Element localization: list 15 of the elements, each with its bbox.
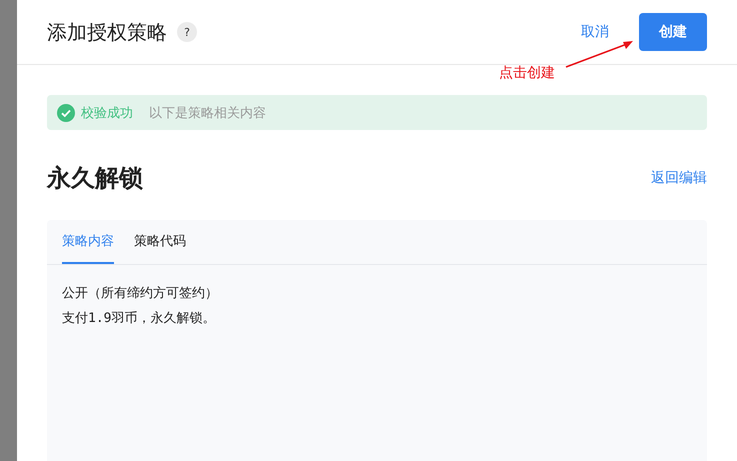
tab[interactable]: 策略代码 (134, 220, 186, 264)
back-to-edit-link[interactable]: 返回编辑 (651, 169, 707, 187)
annotation-arrow (565, 39, 635, 69)
policy-name: 永久解锁 (47, 163, 143, 194)
policy-text: 公开（所有缔约方可签约） (62, 285, 219, 303)
create-button[interactable]: 创建 (639, 13, 707, 51)
help-icon[interactable]: ? (177, 22, 197, 42)
policy-text: 支付1.9羽币，永久解锁。 (62, 310, 216, 328)
dialog-title: 添加授权策略 (47, 18, 167, 46)
annotation-text: 点击创建 (499, 64, 555, 82)
alert-message: 以下是策略相关内容 (149, 104, 266, 122)
alert-status: 校验成功 (81, 104, 133, 122)
cancel-link[interactable]: 取消 (581, 23, 609, 41)
check-circle-icon (57, 104, 75, 122)
tab[interactable]: 策略内容 (62, 220, 114, 264)
